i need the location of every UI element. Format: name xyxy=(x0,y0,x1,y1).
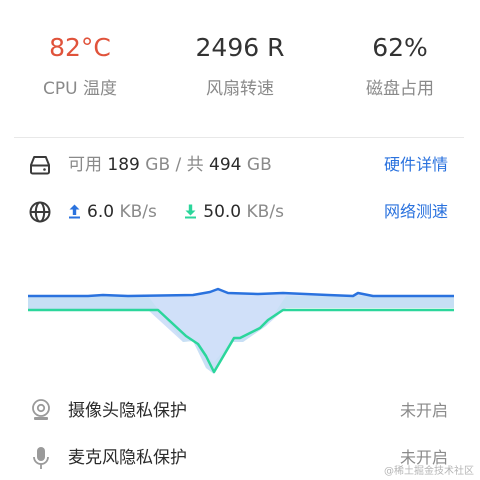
upload-speed-unit: KB/s xyxy=(119,202,157,222)
camera-privacy-row[interactable]: 摄像头隐私保护 未开启 xyxy=(28,396,452,426)
fan-speed-stat: 2496 R 风扇转速 xyxy=(160,28,320,102)
disk-info-row: 可用 189 GB / 共 494 GB 硬件详情 xyxy=(28,150,452,180)
download-speed-unit: KB/s xyxy=(246,202,284,222)
disk-available-prefix: 可用 xyxy=(68,155,102,175)
disk-space-text: 可用 189 GB / 共 494 GB xyxy=(68,150,272,180)
network-speed-text: 6.0 KB/s 50.0 KB/s xyxy=(68,197,306,227)
watermark: @稀土掘金技术社区 xyxy=(384,466,474,477)
disk-available-value: 189 xyxy=(107,155,140,175)
cpu-temperature-value: 82°C xyxy=(49,33,111,62)
system-monitor-panel: 82°C CPU 温度 2496 R 风扇转速 62% 磁盘占用 可用 189 … xyxy=(0,0,480,480)
disk-total-value: 494 xyxy=(209,155,242,175)
network-traffic-chart xyxy=(28,287,454,374)
fan-speed-label: 风扇转速 xyxy=(206,79,274,99)
disk-unit-separator: GB / 共 xyxy=(145,155,204,175)
cpu-temperature-stat: 82°C CPU 温度 xyxy=(0,28,160,102)
upload-speed: 6.0 KB/s xyxy=(68,197,157,227)
upload-speed-value: 6.0 xyxy=(87,202,115,222)
cpu-temperature-label: CPU 温度 xyxy=(43,79,117,99)
camera-icon xyxy=(30,399,52,423)
microphone-icon xyxy=(30,446,52,470)
download-speed: 50.0 KB/s xyxy=(184,197,284,227)
download-speed-value: 50.0 xyxy=(203,202,242,222)
disk-total-unit: GB xyxy=(246,155,272,175)
disk-usage-stat: 62% 磁盘占用 xyxy=(320,28,480,102)
camera-privacy-label: 摄像头隐私保护 xyxy=(68,401,187,421)
hard-drive-icon xyxy=(28,153,52,177)
network-speed-test-link[interactable]: 网络测速 xyxy=(384,197,448,227)
hardware-details-link[interactable]: 硬件详情 xyxy=(384,150,448,180)
download-arrow-icon xyxy=(185,204,197,219)
globe-icon xyxy=(28,200,52,224)
stats-row: 82°C CPU 温度 2496 R 风扇转速 62% 磁盘占用 xyxy=(0,28,480,108)
network-info-row: 6.0 KB/s 50.0 KB/s 网络测速 xyxy=(28,197,452,227)
microphone-privacy-label: 麦克风隐私保护 xyxy=(68,448,187,468)
disk-usage-label: 磁盘占用 xyxy=(366,79,434,99)
divider xyxy=(14,137,464,138)
disk-usage-value: 62% xyxy=(372,33,428,62)
camera-privacy-status: 未开启 xyxy=(399,401,448,420)
upload-arrow-icon xyxy=(69,204,80,219)
fan-speed-value: 2496 R xyxy=(195,33,285,62)
upload-area xyxy=(28,289,454,374)
